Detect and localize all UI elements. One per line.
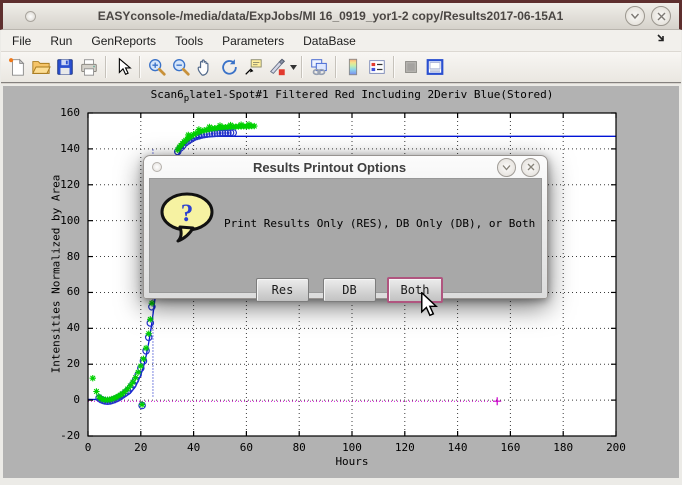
db-button[interactable]: DB	[323, 278, 376, 302]
x-tick-label: 80	[279, 441, 319, 454]
brush-dropdown-caret[interactable]	[289, 55, 297, 79]
zoom-out-icon	[171, 57, 191, 77]
rotate-3d-icon	[219, 57, 239, 77]
y-tick-label: 80	[42, 250, 80, 263]
insert-legend-button[interactable]	[365, 55, 389, 79]
toolbar-separator	[335, 56, 337, 78]
dock-figure-arrow-icon[interactable]	[656, 33, 667, 47]
chevron-down-icon	[630, 12, 640, 20]
dialog-title: Results Printout Options	[162, 160, 497, 175]
menu-item-genreports[interactable]: GenReports	[91, 34, 156, 48]
y-tick-label: 160	[42, 106, 80, 119]
figure-toolbar	[1, 52, 681, 84]
show-plot-tools-icon	[425, 57, 445, 77]
dialog-message: Print Results Only (RES), DB Only (DB), …	[224, 217, 540, 230]
x-tick-label: 140	[438, 441, 478, 454]
open-file-icon	[31, 57, 51, 77]
data-cursor-icon	[243, 57, 263, 77]
x-tick-label: 100	[332, 441, 372, 454]
close-window-button[interactable]	[651, 6, 671, 26]
x-tick-label: 200	[596, 441, 636, 454]
pointer-button[interactable]	[111, 55, 135, 79]
close-icon	[657, 12, 666, 21]
dialog-menu-button[interactable]	[152, 162, 162, 172]
close-icon	[527, 163, 535, 171]
brush-data-button[interactable]	[265, 55, 289, 79]
new-figure-icon	[7, 57, 27, 77]
chevron-down-icon	[502, 164, 511, 171]
shade-window-button[interactable]	[625, 6, 645, 26]
y-tick-label: 0	[42, 393, 80, 406]
question-bubble-icon: ?	[158, 191, 220, 252]
open-file-button[interactable]	[29, 55, 53, 79]
pan-hand-icon	[195, 57, 215, 77]
link-plots-button[interactable]	[307, 55, 331, 79]
insert-legend-icon	[367, 57, 387, 77]
hide-plot-tools-button[interactable]	[399, 55, 423, 79]
toolbar-separator	[393, 56, 395, 78]
window-title: EASYconsole-/media/data/ExpJobs/MI 16_09…	[36, 9, 625, 23]
results-printout-dialog: Results Printout Options ? Print Results…	[143, 155, 548, 299]
x-tick-label: 40	[174, 441, 214, 454]
toolbar-separator	[139, 56, 141, 78]
insert-colorbar-icon	[343, 57, 363, 77]
x-tick-label: 0	[68, 441, 108, 454]
x-tick-label: 180	[543, 441, 583, 454]
insert-colorbar-button[interactable]	[341, 55, 365, 79]
rotate-3d-button[interactable]	[217, 55, 241, 79]
show-plot-tools-button[interactable]	[423, 55, 447, 79]
menu-bar: File Run GenReports Tools Parameters DataBase	[1, 30, 681, 52]
print-figure-button[interactable]	[77, 55, 101, 79]
window-titlebar: EASYconsole-/media/data/ExpJobs/MI 16_09…	[0, 0, 682, 30]
brush-data-icon	[267, 57, 287, 77]
save-figure-button[interactable]	[53, 55, 77, 79]
y-tick-label: 140	[42, 142, 80, 155]
x-tick-label: 60	[226, 441, 266, 454]
y-tick-label: 20	[42, 357, 80, 370]
hide-plot-tools-icon	[401, 57, 421, 77]
plot-title: Scan6plate1-Spot#1 Filtered Red Includin…	[88, 88, 616, 104]
y-tick-label: -20	[42, 429, 80, 442]
menu-item-run[interactable]: Run	[50, 34, 72, 48]
y-tick-label: 60	[42, 285, 80, 298]
easyconsole-window: EASYconsole-/media/data/ExpJobs/MI 16_09…	[0, 0, 682, 485]
x-axis-label: Hours	[88, 455, 616, 468]
menu-item-parameters[interactable]: Parameters	[222, 34, 284, 48]
x-tick-label: 120	[385, 441, 425, 454]
y-tick-label: 120	[42, 178, 80, 191]
y-tick-label: 40	[42, 321, 80, 334]
y-tick-label: 100	[42, 214, 80, 227]
toolbar-separator	[301, 56, 303, 78]
pan-hand-button[interactable]	[193, 55, 217, 79]
dialog-titlebar: Results Printout Options	[144, 156, 547, 178]
menu-item-file[interactable]: File	[12, 34, 31, 48]
toolbar-separator	[105, 56, 107, 78]
svg-text:?: ?	[181, 200, 194, 227]
zoom-in-icon	[147, 57, 167, 77]
link-plots-icon	[309, 57, 329, 77]
new-figure-button[interactable]	[5, 55, 29, 79]
zoom-out-button[interactable]	[169, 55, 193, 79]
data-cursor-button[interactable]	[241, 55, 265, 79]
window-menu-button[interactable]	[25, 11, 36, 22]
pointer-icon	[113, 57, 133, 77]
menu-item-database[interactable]: DataBase	[303, 34, 356, 48]
menu-item-tools[interactable]: Tools	[175, 34, 203, 48]
zoom-in-button[interactable]	[145, 55, 169, 79]
dialog-close-button[interactable]	[521, 158, 540, 177]
dialog-content: ? Print Results Only (RES), DB Only (DB)…	[149, 178, 542, 293]
dialog-shade-button[interactable]	[497, 158, 516, 177]
save-figure-icon	[55, 57, 75, 77]
y-axis-label: Intensities Normalized by Area	[50, 175, 63, 374]
print-figure-icon	[79, 57, 99, 77]
x-tick-label: 20	[121, 441, 161, 454]
res-button[interactable]: Res	[256, 278, 309, 302]
mouse-cursor	[420, 292, 438, 323]
x-tick-label: 160	[490, 441, 530, 454]
